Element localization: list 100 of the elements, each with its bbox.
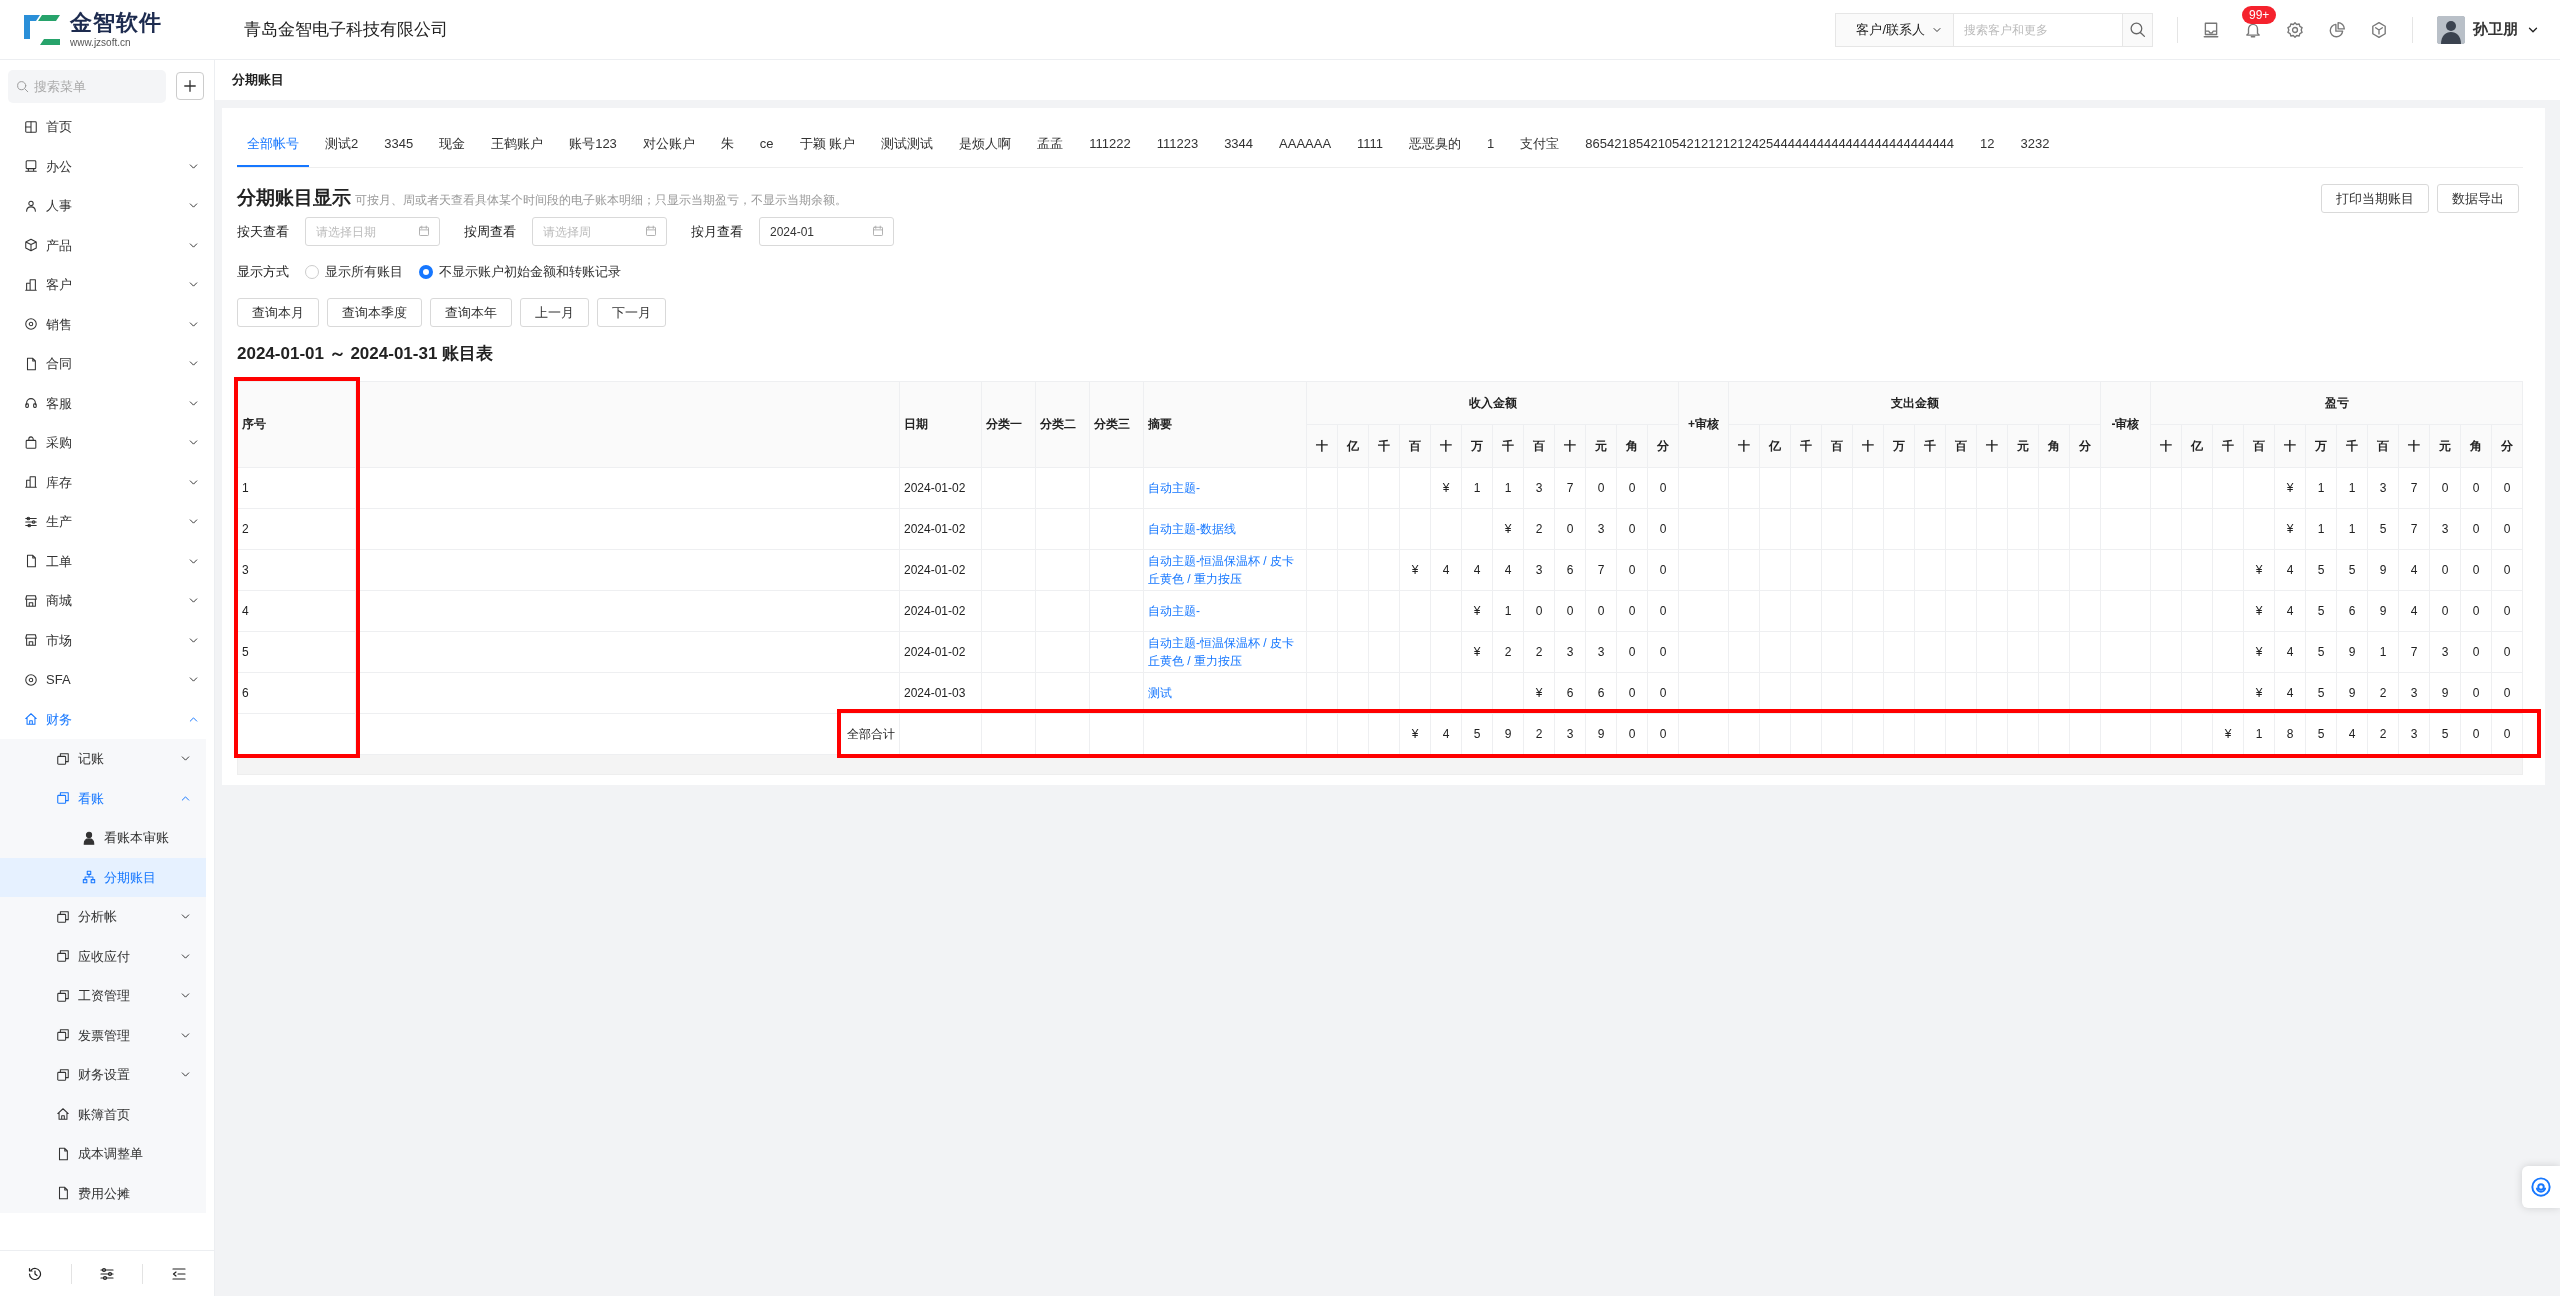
account-tab[interactable]: 支付宝	[1510, 120, 1570, 167]
sidebar-item[interactable]: 市场	[0, 620, 214, 660]
account-tab[interactable]: 1111	[1347, 120, 1394, 167]
digit-cell: 0	[2503, 685, 2511, 700]
sidebar-item[interactable]: 财务设置	[0, 1055, 206, 1095]
account-tab[interactable]: 账号123	[559, 120, 627, 167]
digit-cell: 1	[2348, 521, 2356, 536]
sidebar-item[interactable]: 应收应付	[0, 936, 206, 976]
sidebar-item[interactable]: 合同	[0, 344, 214, 384]
digit-cell: ¥	[1411, 726, 1419, 741]
digit-cell: 2	[2379, 726, 2387, 741]
sidebar-item[interactable]: 产品	[0, 225, 214, 265]
sidebar-item[interactable]: 分析帐	[0, 897, 206, 937]
search-field[interactable]: 搜索客户和更多	[1953, 12, 2123, 47]
query-button[interactable]: 查询本月	[237, 297, 319, 327]
menu-collapse-icon[interactable]	[170, 1265, 187, 1282]
account-tab[interactable]: ce	[749, 120, 784, 167]
page-title: 分期账目	[232, 71, 284, 90]
radio-option[interactable]: 不显示账户初始金额和转账记录	[419, 262, 621, 282]
sidebar-item[interactable]: 成本调整单	[0, 1134, 206, 1174]
add-button[interactable]	[176, 72, 204, 100]
digit-cell: 7	[1566, 480, 1574, 495]
account-tab[interactable]: 3345	[374, 120, 424, 167]
brand-url: www.jzsoft.cn	[70, 37, 132, 48]
digit-cell: 0	[1566, 603, 1574, 618]
sidebar-item[interactable]: 销售	[0, 304, 214, 344]
bag-icon	[24, 435, 38, 450]
sidebar-item[interactable]: 分期账目	[0, 857, 206, 897]
date-field[interactable]: 请选择周	[532, 217, 667, 246]
account-tab[interactable]: 于颖 账户	[789, 120, 866, 167]
monitor-icon	[24, 159, 38, 174]
query-button[interactable]: 查询本季度	[327, 297, 422, 327]
account-tab[interactable]: 12	[1970, 120, 2005, 167]
digit-cell: 3	[1566, 644, 1574, 659]
sidebar-item[interactable]: 商城	[0, 581, 214, 621]
account-tab[interactable]: 1	[1477, 120, 1505, 167]
history-icon[interactable]	[27, 1265, 44, 1282]
account-tab[interactable]: 恶恶臭的	[1399, 120, 1472, 167]
account-tab[interactable]: AAAAAA	[1269, 120, 1342, 167]
sidebar-item[interactable]: 首页	[0, 107, 214, 147]
date-field[interactable]: 请选择日期	[305, 217, 440, 246]
date-field[interactable]: 2024-01	[759, 217, 894, 246]
sidebar-item[interactable]: 工资管理	[0, 976, 206, 1016]
sliders-icon[interactable]	[99, 1265, 115, 1282]
account-tab[interactable]: 对公账户	[632, 120, 705, 167]
query-button[interactable]: 下一月	[597, 297, 666, 327]
support-icon	[2530, 1176, 2552, 1198]
account-tab[interactable]: 现金	[429, 120, 476, 167]
digit-cell: ¥	[2255, 644, 2263, 659]
sidebar-item[interactable]: 记账	[0, 739, 206, 779]
sidebar-item[interactable]: 账簿首页	[0, 1094, 206, 1134]
user-name[interactable]: 孙卫朋	[2473, 18, 2518, 41]
sidebar-item[interactable]: 人事	[0, 186, 214, 226]
sidebar-item[interactable]: 费用公摊	[0, 1173, 206, 1213]
sidebar-item[interactable]: 客户	[0, 265, 214, 305]
inbox-icon[interactable]	[2202, 20, 2220, 39]
pie-chart-icon[interactable]	[2328, 20, 2346, 39]
sidebar-item[interactable]: 办公	[0, 146, 214, 186]
sidebar-item[interactable]: 看账本审账	[0, 818, 206, 858]
account-tab[interactable]: 孟孟	[1027, 120, 1074, 167]
account-tab[interactable]: 111222	[1079, 120, 1141, 167]
sidebar-item[interactable]: SFA	[0, 660, 214, 700]
account-tab[interactable]: 测试测试	[871, 120, 944, 167]
account-tab[interactable]: 865421854210542121212124254444444444444444444444444	[1575, 120, 1965, 167]
action-button[interactable]: 数据导出	[2437, 183, 2519, 213]
account-tab[interactable]: 是烦人啊	[949, 120, 1022, 167]
account-tab[interactable]: 111223	[1146, 120, 1209, 167]
query-button[interactable]: 上一月	[520, 297, 589, 327]
sidebar-item[interactable]: 客服	[0, 383, 214, 423]
sidebar-item[interactable]: 采购	[0, 423, 214, 463]
account-tab[interactable]: 3344	[1214, 120, 1264, 167]
sidebar-item[interactable]: 工单	[0, 541, 214, 581]
radio-option[interactable]: 显示所有账目	[305, 262, 403, 282]
account-tab[interactable]: 全部帐号	[237, 120, 309, 167]
digit-cell: ¥	[1535, 685, 1543, 700]
menu-search-field[interactable]: 搜索菜单	[8, 70, 166, 103]
search-scope-select[interactable]: 客户/联系人	[1835, 12, 1953, 47]
action-button[interactable]: 打印当期账目	[2321, 183, 2429, 213]
sidebar-item[interactable]: 生产	[0, 502, 214, 542]
column-header: 日期	[899, 381, 982, 467]
account-tab[interactable]: 3232	[2010, 120, 2060, 167]
digit-cell: 0	[2472, 480, 2480, 495]
query-button[interactable]: 查询本年	[430, 297, 512, 327]
avatar[interactable]	[2437, 15, 2465, 44]
document-icon	[56, 1186, 70, 1201]
sidebar-item[interactable]: 发票管理	[0, 1015, 206, 1055]
sidebar-item[interactable]: 库存	[0, 462, 214, 502]
column-header: 摘要	[1143, 381, 1307, 467]
account-tab[interactable]: 王鹤账户	[481, 120, 554, 167]
account-tab[interactable]: 测试2	[315, 120, 369, 167]
search-button[interactable]	[2123, 12, 2153, 47]
digit-cell: ¥	[1411, 562, 1419, 577]
account-tab[interactable]: 朱	[710, 120, 744, 167]
hexagon-icon[interactable]	[2370, 20, 2388, 39]
sidebar-item[interactable]: 看账	[0, 778, 206, 818]
sidebar-item[interactable]: 财务	[0, 699, 214, 739]
digit-cell: 4	[1442, 562, 1450, 577]
radio-button[interactable]	[419, 264, 433, 279]
help-button[interactable]	[2522, 1166, 2560, 1208]
settings-icon[interactable]	[2286, 20, 2304, 39]
